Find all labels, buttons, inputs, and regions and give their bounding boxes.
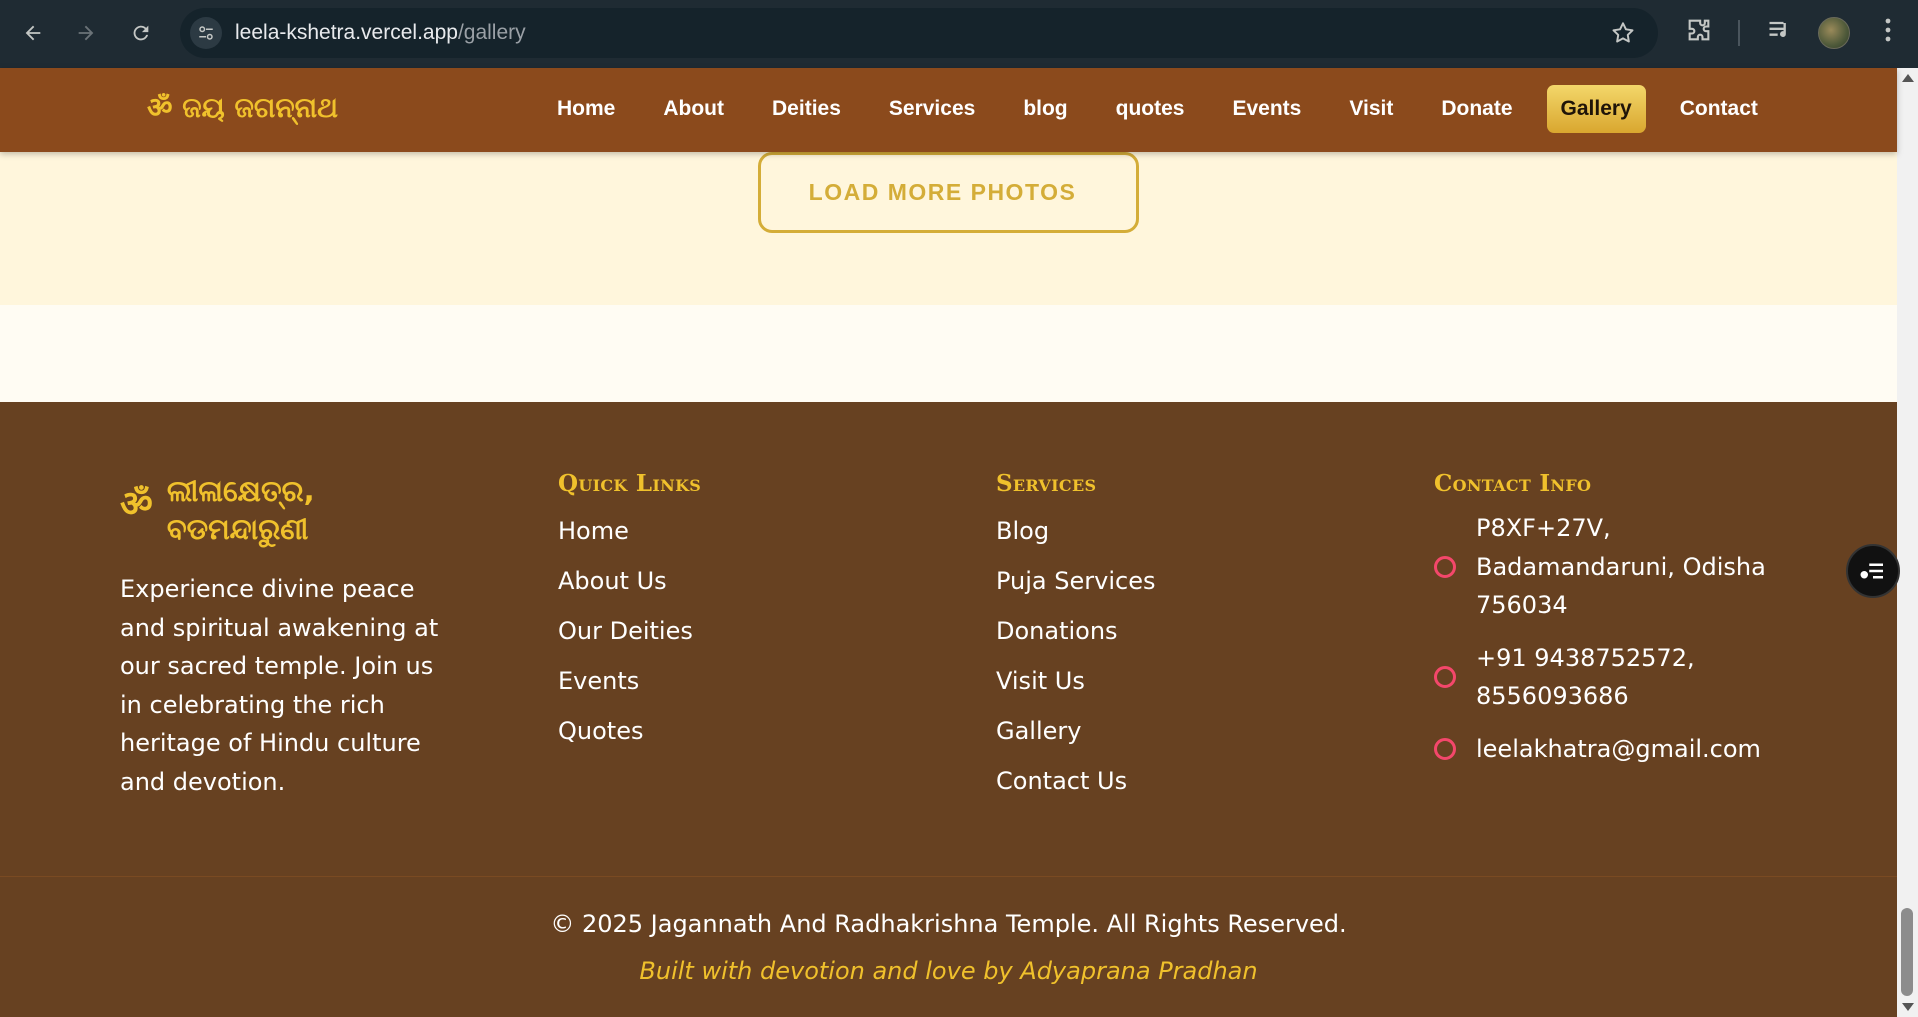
email-icon (1434, 737, 1456, 760)
contact-phone-row: +91 9438752572, 8556093686 (1434, 639, 1794, 716)
nav-visit[interactable]: Visit (1335, 85, 1407, 133)
nav-donate[interactable]: Donate (1427, 85, 1526, 133)
contact-email[interactable]: leelakhatra@gmail.com (1476, 730, 1761, 769)
credit-text: Built with devotion and love by Adyapran… (639, 957, 1258, 985)
section-spacer (0, 305, 1897, 402)
footer-link-quotes[interactable]: Quotes (558, 717, 701, 745)
quick-links-list: Home About Us Our Deities Events Quotes (558, 517, 701, 745)
media-control-button[interactable] (1766, 16, 1794, 48)
arrow-right-icon (78, 25, 94, 41)
footer-link-events[interactable]: Events (558, 667, 701, 695)
site-logo[interactable]: ॐ ଜୟ ଜଗନ୍ନାଥ (147, 88, 338, 126)
om-symbol: ॐ (120, 484, 153, 525)
bookmark-button[interactable] (1610, 20, 1636, 50)
gallery-section: LOAD MORE PHOTOS (0, 152, 1897, 305)
contact-heading: Contact Info (1434, 470, 1592, 497)
footer-link-contact-us[interactable]: Contact Us (996, 767, 1155, 795)
forward-button[interactable] (67, 14, 105, 52)
nav-events[interactable]: Events (1218, 85, 1315, 133)
quick-links-heading: Quick Links (558, 470, 702, 497)
nav-quotes[interactable]: quotes (1102, 85, 1199, 133)
url-path: /gallery (457, 21, 526, 44)
contact-address: P8XF+27V, Badamandaruni, Odisha 756034 (1476, 514, 1766, 619)
page-scrollbar[interactable] (1897, 68, 1918, 1017)
browser-toolbar: leela-kshetra.vercel.app/gallery (0, 0, 1918, 68)
footer-link-gallery[interactable]: Gallery (996, 717, 1155, 745)
load-more-photos-button[interactable]: LOAD MORE PHOTOS (758, 152, 1139, 233)
profile-avatar[interactable] (1818, 17, 1850, 49)
footer-brand-name: ଲୀଳାକ୍ଷେତ୍ର, ବଡମନ୍ଦାରୁଣୀ (166, 474, 315, 546)
tune-icon (199, 26, 213, 40)
floating-menu-button[interactable] (1846, 544, 1900, 598)
contact-email-row: leelakhatra@gmail.com (1434, 730, 1794, 769)
location-icon (1434, 555, 1456, 578)
copyright-text: © 2025 Jagannath And Radhakrishna Temple… (550, 910, 1347, 938)
media-control-icon (1769, 21, 1786, 37)
footer-divider (0, 876, 1897, 877)
star-icon (1612, 22, 1634, 43)
nav-blog[interactable]: blog (1009, 85, 1081, 133)
nav-about[interactable]: About (649, 85, 738, 133)
footer-brand: ॐ ଲୀଳାକ୍ଷେତ୍ର, ବଡମନ୍ଦାରୁଣୀ (120, 472, 367, 548)
quick-links-column: Quick Links Home About Us Our Deities Ev… (558, 470, 701, 767)
toolbar-separator (1738, 20, 1740, 46)
footer-link-deities[interactable]: Our Deities (558, 617, 701, 645)
contact-column: Contact Info P8XF+27V, Badamandaruni, Od… (1434, 470, 1794, 782)
site-info-button[interactable] (190, 17, 222, 49)
scroll-up-arrow-icon[interactable] (1902, 74, 1914, 82)
phone-icon (1434, 666, 1456, 688)
footer-link-visit-us[interactable]: Visit Us (996, 667, 1155, 695)
site-header: ॐ ଜୟ ଜଗନ୍ନାଥ Home About Deities Services… (0, 68, 1897, 152)
extensions-button[interactable] (1685, 16, 1713, 48)
nav-services[interactable]: Services (875, 85, 989, 133)
contact-address-row: P8XF+27V, Badamandaruni, Odisha 756034 (1434, 509, 1794, 625)
reload-icon (133, 25, 149, 41)
services-column: Services Blog Puja Services Donations Vi… (996, 470, 1155, 817)
footer-link-puja-services[interactable]: Puja Services (996, 567, 1155, 595)
footer-link-about[interactable]: About Us (558, 567, 701, 595)
url-host: leela-kshetra.vercel.app (235, 21, 458, 44)
back-button[interactable] (14, 14, 52, 52)
scrollbar-thumb[interactable] (1901, 908, 1913, 996)
arrow-left-icon (25, 25, 41, 41)
kebab-menu-icon (1885, 18, 1891, 42)
url-text: leela-kshetra.vercel.app/gallery (235, 21, 526, 45)
nav-deities[interactable]: Deities (758, 85, 855, 133)
services-heading: Services (996, 470, 1097, 497)
list-icon (1860, 563, 1883, 579)
footer-link-home[interactable]: Home (558, 517, 701, 545)
contact-phone[interactable]: +91 9438752572, 8556093686 (1476, 639, 1696, 716)
reload-button[interactable] (122, 14, 160, 52)
scroll-down-arrow-icon[interactable] (1902, 1003, 1914, 1011)
footer-description: Experience divine peace and spiritual aw… (120, 575, 439, 796)
browser-menu-button[interactable] (1876, 16, 1900, 48)
footer-link-donations[interactable]: Donations (996, 617, 1155, 645)
main-nav: Home About Deities Services blog quotes … (543, 85, 1792, 133)
nav-contact[interactable]: Contact (1666, 85, 1772, 133)
services-list: Blog Puja Services Donations Visit Us Ga… (996, 517, 1155, 795)
address-bar[interactable]: leela-kshetra.vercel.app/gallery (180, 8, 1658, 58)
nav-gallery[interactable]: Gallery (1546, 85, 1646, 133)
site-footer: ॐ ଲୀଳାକ୍ଷେତ୍ର, ବଡମନ୍ଦାରୁଣୀ Experience di… (0, 402, 1897, 1017)
nav-home[interactable]: Home (543, 85, 629, 133)
footer-link-blog[interactable]: Blog (996, 517, 1155, 545)
puzzle-icon (1688, 19, 1710, 41)
